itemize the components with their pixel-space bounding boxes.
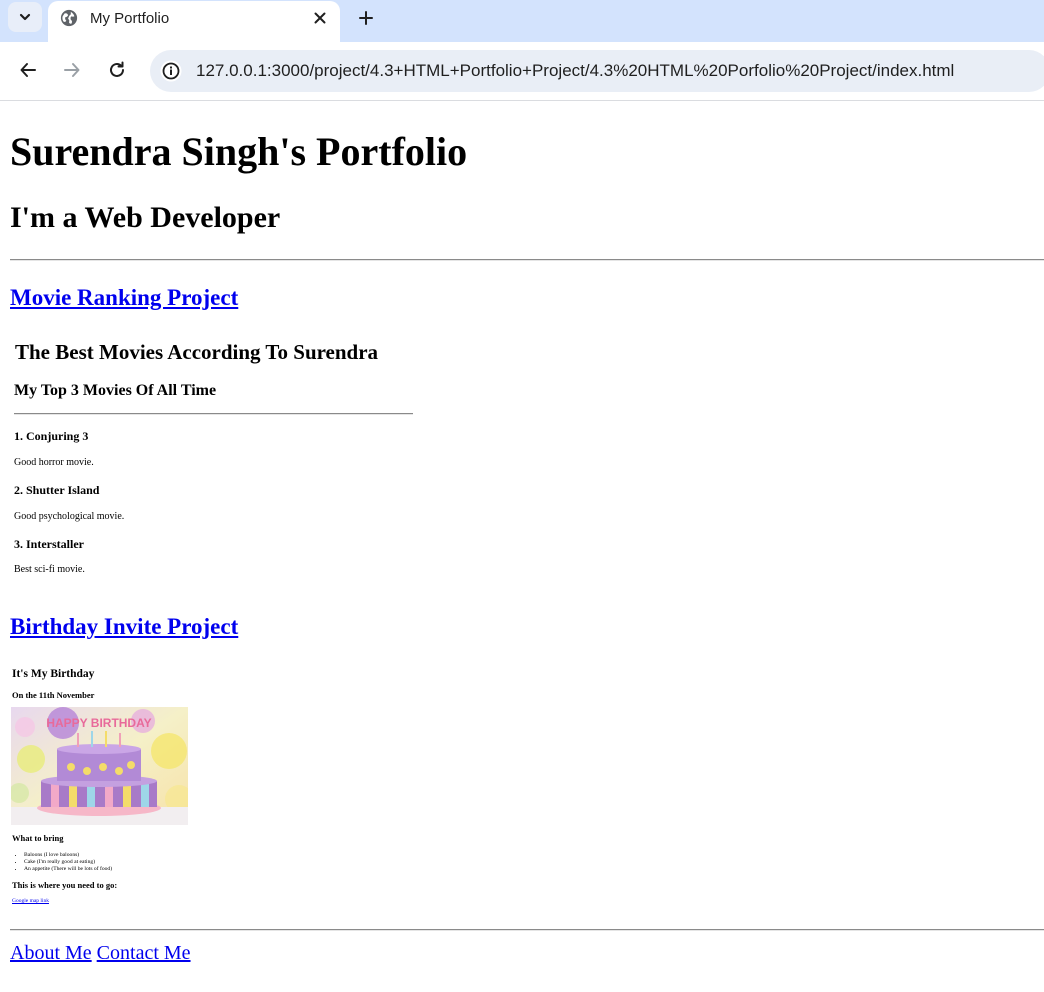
list-item: Cake (I'm really good at eating): [24, 859, 112, 866]
close-tab-button[interactable]: [310, 8, 330, 28]
arrow-left-icon: [20, 63, 36, 77]
new-tab-button[interactable]: [354, 6, 378, 30]
reload-button[interactable]: [103, 56, 131, 84]
footer-divider: [10, 929, 1044, 931]
contact-me-link[interactable]: Contact Me: [97, 942, 191, 964]
tab-strip: My Portfolio: [0, 0, 1044, 42]
chevron-down-icon: [19, 13, 31, 21]
back-button[interactable]: [14, 56, 42, 84]
movie-description: Best sci-fi movie.: [14, 564, 85, 575]
footer-links: About Me Contact Me: [10, 942, 191, 965]
page-subtitle: I'm a Web Developer: [10, 201, 281, 234]
birthday-heading: It's My Birthday: [12, 668, 95, 680]
birthday-cake-image: HAPPY BIRTHDAY: [11, 707, 188, 825]
movie-heading: The Best Movies According To Surendra: [15, 340, 379, 364]
bring-list: Baloons (I love baloons) Cake (I'm reall…: [14, 852, 112, 873]
list-item: An appetite (There will be lots of food): [24, 866, 112, 873]
movie-description: Good psychological movie.: [14, 511, 125, 522]
tab-title: My Portfolio: [90, 10, 170, 27]
movie-title: 1. Conjuring 3: [14, 429, 89, 443]
address-bar[interactable]: 127.0.0.1:3000/project/4.3+HTML+Portfoli…: [150, 50, 1044, 92]
movie-subheading: My Top 3 Movies Of All Time: [14, 382, 217, 399]
movie-description: Good horror movie.: [14, 457, 94, 468]
location-heading: This is where you need to go:: [12, 880, 118, 890]
url-text: 127.0.0.1:3000/project/4.3+HTML+Portfoli…: [196, 61, 955, 80]
active-tab[interactable]: My Portfolio: [48, 1, 340, 42]
tab-search-button[interactable]: [8, 2, 42, 32]
movie-project-link[interactable]: Movie Ranking Project: [10, 285, 238, 310]
cake-text: HAPPY BIRTHDAY: [46, 716, 151, 730]
globe-icon: [60, 9, 78, 27]
page-content: Surendra Singh's Portfolio I'm a Web Dev…: [0, 101, 1044, 992]
google-map-link[interactable]: Google map link: [12, 898, 49, 904]
bring-heading: What to bring: [12, 833, 64, 843]
close-icon: [314, 12, 326, 24]
list-item: Baloons (I love baloons): [24, 852, 112, 859]
page-title: Surendra Singh's Portfolio: [10, 129, 468, 174]
divider: [10, 259, 1044, 261]
birthday-date: On the 11th November: [12, 690, 95, 700]
about-me-link[interactable]: About Me: [10, 942, 92, 964]
plus-icon: [359, 11, 373, 25]
info-icon[interactable]: [160, 60, 182, 82]
browser-toolbar: 127.0.0.1:3000/project/4.3+HTML+Portfoli…: [0, 42, 1044, 101]
movie-ranking-frame: The Best Movies According To Surendra My…: [10, 329, 420, 591]
movie-title: 3. Interstaller: [14, 537, 84, 551]
reload-icon: [110, 61, 124, 77]
birthday-project-link[interactable]: Birthday Invite Project: [10, 614, 238, 639]
movie-title: 2. Shutter Island: [14, 483, 100, 497]
arrow-right-icon: [64, 63, 80, 77]
forward-button[interactable]: [58, 56, 86, 84]
movie-divider: [14, 413, 413, 415]
